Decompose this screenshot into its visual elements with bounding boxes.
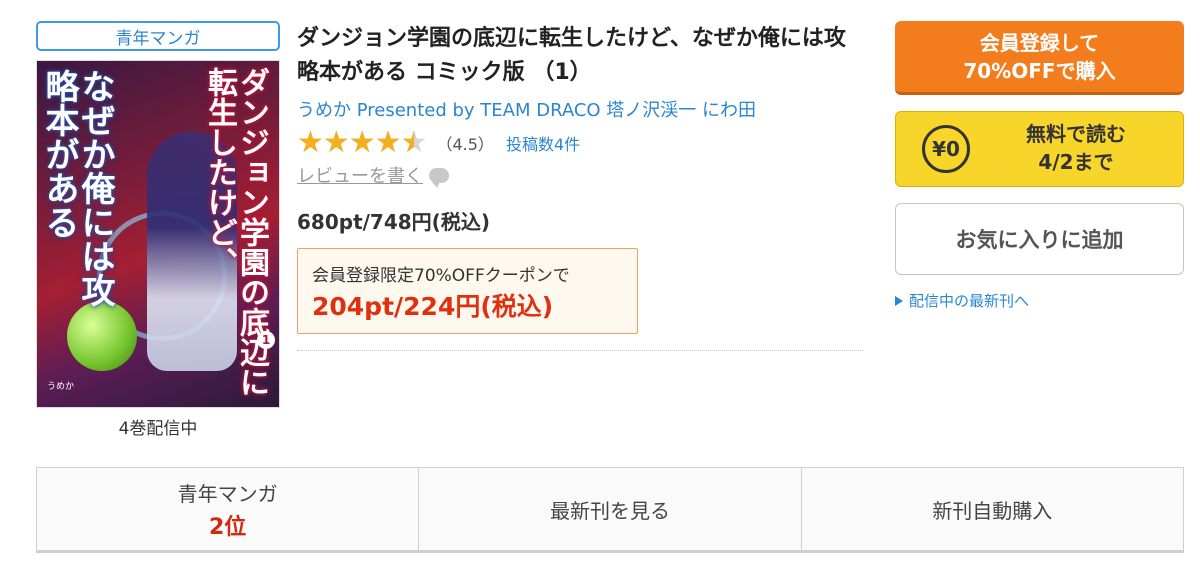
latest-volume-link[interactable]: 配信中の最新刊へ xyxy=(895,290,1029,311)
review-count-link[interactable]: 投稿数4件 xyxy=(506,131,580,155)
write-review-link[interactable]: レビューを書く xyxy=(297,162,449,188)
speech-bubble-icon xyxy=(429,167,449,188)
register-line1: 会員登録して xyxy=(979,30,1100,55)
volume-status: 4巻配信中 xyxy=(118,419,198,439)
free-line2: 4/2まで xyxy=(1038,150,1114,174)
rating-value: （4.5） xyxy=(436,135,494,154)
coupon-price: 204pt/224円(税込) xyxy=(312,292,554,321)
tab-latest-volume[interactable]: 最新刊を見る xyxy=(419,468,802,550)
price: 680pt/748円(税込) xyxy=(297,210,490,234)
tab-auto-purchase[interactable]: 新刊自動購入 xyxy=(802,468,1183,550)
write-review-label: レビューを書く xyxy=(297,166,423,187)
add-favorite-button[interactable]: お気に入りに追加 xyxy=(895,203,1184,275)
free-read-button[interactable]: ¥0 無料で読む 4/2まで xyxy=(895,111,1184,187)
tab-ranking[interactable]: 青年マンガ 2位 xyxy=(37,468,420,550)
author-links[interactable]: うめか Presented by TEAM DRACO 塔ノ沢渓一 にわ田 xyxy=(297,96,867,122)
register-line2: 70%OFFで購入 xyxy=(963,58,1116,83)
tab-latest-label: 最新刊を見る xyxy=(549,498,670,523)
genre-tag[interactable]: 青年マンガ xyxy=(36,21,280,51)
coupon-box: 会員登録限定70%OFFクーポンで 204pt/224円(税込) xyxy=(297,248,638,334)
star-rating-icon: ★★★★★ ★★★★★ xyxy=(297,125,427,160)
cover-title: ダンジョン学園の底辺に転生したけど、 xyxy=(202,67,269,397)
divider xyxy=(297,350,863,351)
tab-auto-purchase-label: 新刊自動購入 xyxy=(932,498,1053,523)
free-line1: 無料で読む xyxy=(1026,122,1126,146)
book-cover-image[interactable]: なぜか俺には攻略本がある ダンジョン学園の底辺に転生したけど、 1 うめか xyxy=(36,60,280,408)
ranking-rank: 2位 xyxy=(209,514,247,540)
yen-zero-icon: ¥0 xyxy=(922,125,970,173)
latest-volume-label: 配信中の最新刊へ xyxy=(909,292,1030,310)
book-title: ダンジョン学園の底辺に転生したけど、なぜか俺には攻略本がある コミック版 （1） xyxy=(297,26,846,85)
rating-row: ★★★★★ ★★★★★ （4.5） 投稿数4件 xyxy=(297,128,580,158)
register-purchase-button[interactable]: 会員登録して 70%OFFで購入 xyxy=(895,21,1184,95)
cover-subtitle: なぜか俺には攻略本がある xyxy=(39,69,115,307)
coupon-label: 会員登録限定70%OFFクーポンで xyxy=(312,266,570,286)
action-tabs: 青年マンガ 2位 最新刊を見る 新刊自動購入 xyxy=(36,467,1184,553)
ranking-genre: 青年マンガ xyxy=(177,481,278,506)
cover-author-credit: うめか xyxy=(47,382,75,392)
triangle-right-icon xyxy=(895,295,903,306)
cover-volume-badge: 1 xyxy=(257,331,275,349)
